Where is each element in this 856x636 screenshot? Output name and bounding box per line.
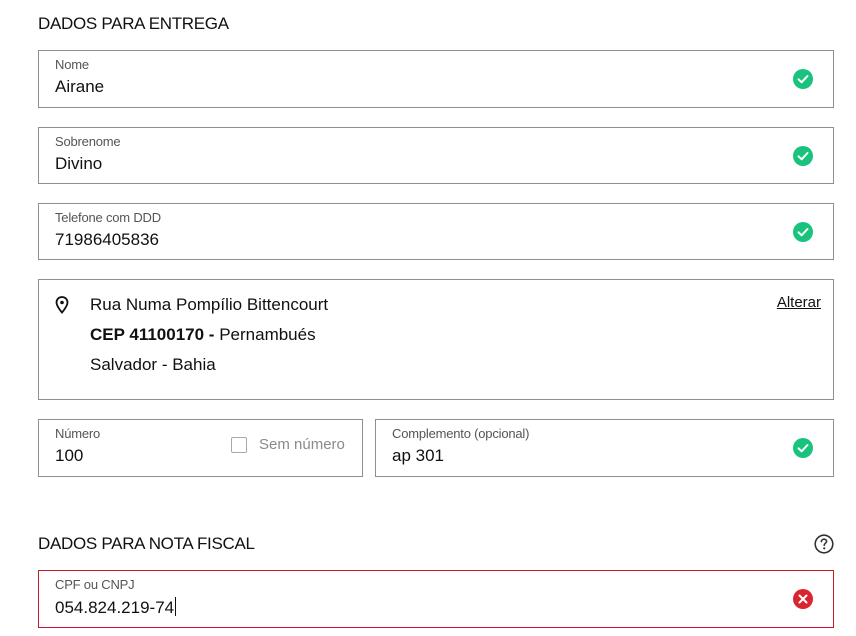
check-icon [793,221,813,242]
check-icon [793,438,813,458]
invoice-section-title: DADOS PARA NOTA FISCAL [38,534,255,553]
cpf-input[interactable]: 054.824.219-74 [55,597,177,618]
no-number-label: Sem número [259,436,345,453]
name-value[interactable]: Airane [55,77,104,97]
check-icon [793,145,813,166]
error-icon[interactable] [793,589,813,609]
phone-label: Telefone com DDD [55,210,161,225]
text-caret [175,597,177,616]
cpf-value: 054.824.219-74 [55,598,175,617]
complement-label: Complemento (opcional) [392,426,530,441]
name-label: Nome [55,57,89,72]
address-cep-line: CEP 41100170 - Pernambués [90,325,316,345]
complement-field[interactable]: Complemento (opcional) ap 301 [375,419,834,477]
number-value[interactable]: 100 [55,446,83,466]
surname-field[interactable]: Sobrenome Divino [38,127,834,184]
cpf-field[interactable]: CPF ou CNPJ 054.824.219-74 [38,570,834,628]
surname-label: Sobrenome [55,134,121,149]
address-city-state: Salvador - Bahia [90,355,216,374]
help-icon[interactable] [814,534,834,554]
number-field[interactable]: Número 100 Sem número [38,419,363,477]
complement-value[interactable]: ap 301 [392,446,444,466]
address-card: Rua Numa Pompílio Bittencourt CEP 411001… [38,279,834,400]
name-field[interactable]: Nome Airane [38,50,834,108]
phone-field[interactable]: Telefone com DDD 71986405836 [38,203,834,260]
checkbox-box[interactable] [231,436,247,453]
surname-value[interactable]: Divino [55,154,102,174]
location-pin-icon [55,296,69,314]
cpf-label: CPF ou CNPJ [55,577,135,592]
address-cep: CEP 41100170 - [90,325,215,344]
check-icon [793,69,813,89]
address-district: Pernambués [219,325,316,344]
no-number-checkbox[interactable]: Sem número [231,436,345,453]
delivery-section-title: DADOS PARA ENTREGA [38,14,229,33]
number-label: Número [55,426,101,441]
phone-value[interactable]: 71986405836 [55,230,159,250]
address-street: Rua Numa Pompílio Bittencourt [90,295,329,314]
change-address-link[interactable]: Alterar [777,294,821,311]
